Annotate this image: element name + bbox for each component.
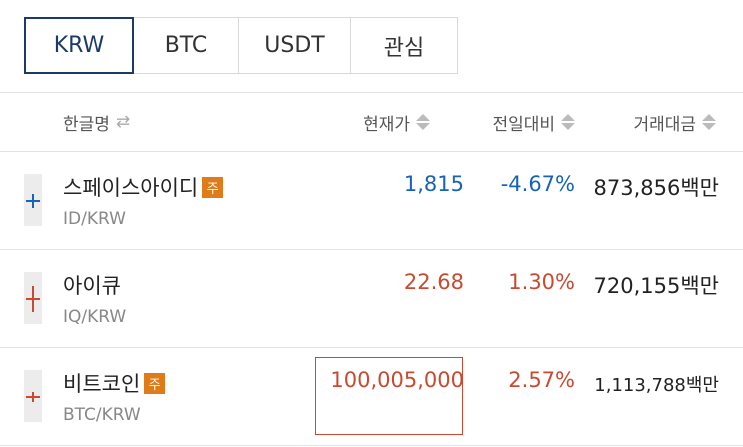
tab-favorites[interactable]: 관심: [351, 17, 458, 74]
trade-volume: 1,113,788백만: [594, 375, 719, 396]
coin-name-label: 비트코인: [63, 372, 141, 396]
current-price: 22.68: [403, 270, 464, 294]
tab-btc[interactable]: BTC: [134, 17, 239, 74]
tab-usdt[interactable]: USDT: [239, 17, 351, 74]
caution-badge: 주: [202, 176, 224, 198]
sort-updown-icon[interactable]: [416, 114, 430, 130]
candle-icon: [24, 370, 42, 422]
coin-name[interactable]: 비트코인 주: [63, 368, 166, 398]
market-tabs: KRW BTC USDT 관심: [24, 17, 458, 74]
coin-pair: IQ/KRW: [63, 307, 127, 327]
header-name-label: 한글명: [63, 114, 110, 135]
coin-name-label: 스페이스아이디: [63, 176, 199, 200]
coin-name-label: 아이큐: [63, 274, 121, 298]
trade-volume: 873,856백만: [593, 176, 719, 200]
header-change[interactable]: 전일대비: [492, 93, 575, 151]
coin-name[interactable]: 아이큐: [63, 270, 121, 300]
header-price-label: 현재가: [363, 114, 410, 135]
change-rate: 2.57%: [508, 368, 575, 392]
coin-name[interactable]: 스페이스아이디 주: [63, 172, 224, 202]
coin-pair: ID/KRW: [63, 209, 126, 229]
header-price[interactable]: 현재가: [363, 93, 430, 151]
change-rate: -4.67%: [500, 172, 575, 196]
candle-icon: [24, 174, 42, 226]
coin-pair: BTC/KRW: [63, 405, 141, 425]
table-row[interactable]: 비트코인 주 BTC/KRW 100,005,000 2.57% 1,113,7…: [0, 348, 743, 446]
tab-krw[interactable]: KRW: [24, 17, 134, 74]
caution-badge: 주: [144, 372, 166, 394]
current-price: 100,005,000: [330, 368, 464, 392]
trade-volume: 720,155백만: [593, 274, 719, 298]
table-header: 한글명 ⇄ 현재가 전일대비 거래대금: [0, 93, 743, 152]
header-change-label: 전일대비: [492, 114, 555, 135]
table-row[interactable]: 스페이스아이디 주 ID/KRW 1,815 -4.67% 873,856백만: [0, 152, 743, 250]
current-price: 1,815: [403, 172, 464, 196]
sort-updown-icon[interactable]: [702, 114, 716, 130]
header-name[interactable]: 한글명 ⇄: [63, 93, 130, 151]
header-volume[interactable]: 거래대금: [633, 93, 716, 151]
table-row[interactable]: 아이큐 IQ/KRW 22.68 1.30% 720,155백만: [0, 250, 743, 348]
candle-icon: [24, 272, 42, 324]
sort-updown-icon[interactable]: [561, 114, 575, 130]
header-volume-label: 거래대금: [633, 114, 696, 135]
swap-arrows-icon[interactable]: ⇄: [116, 112, 130, 132]
change-rate: 1.30%: [508, 270, 575, 294]
